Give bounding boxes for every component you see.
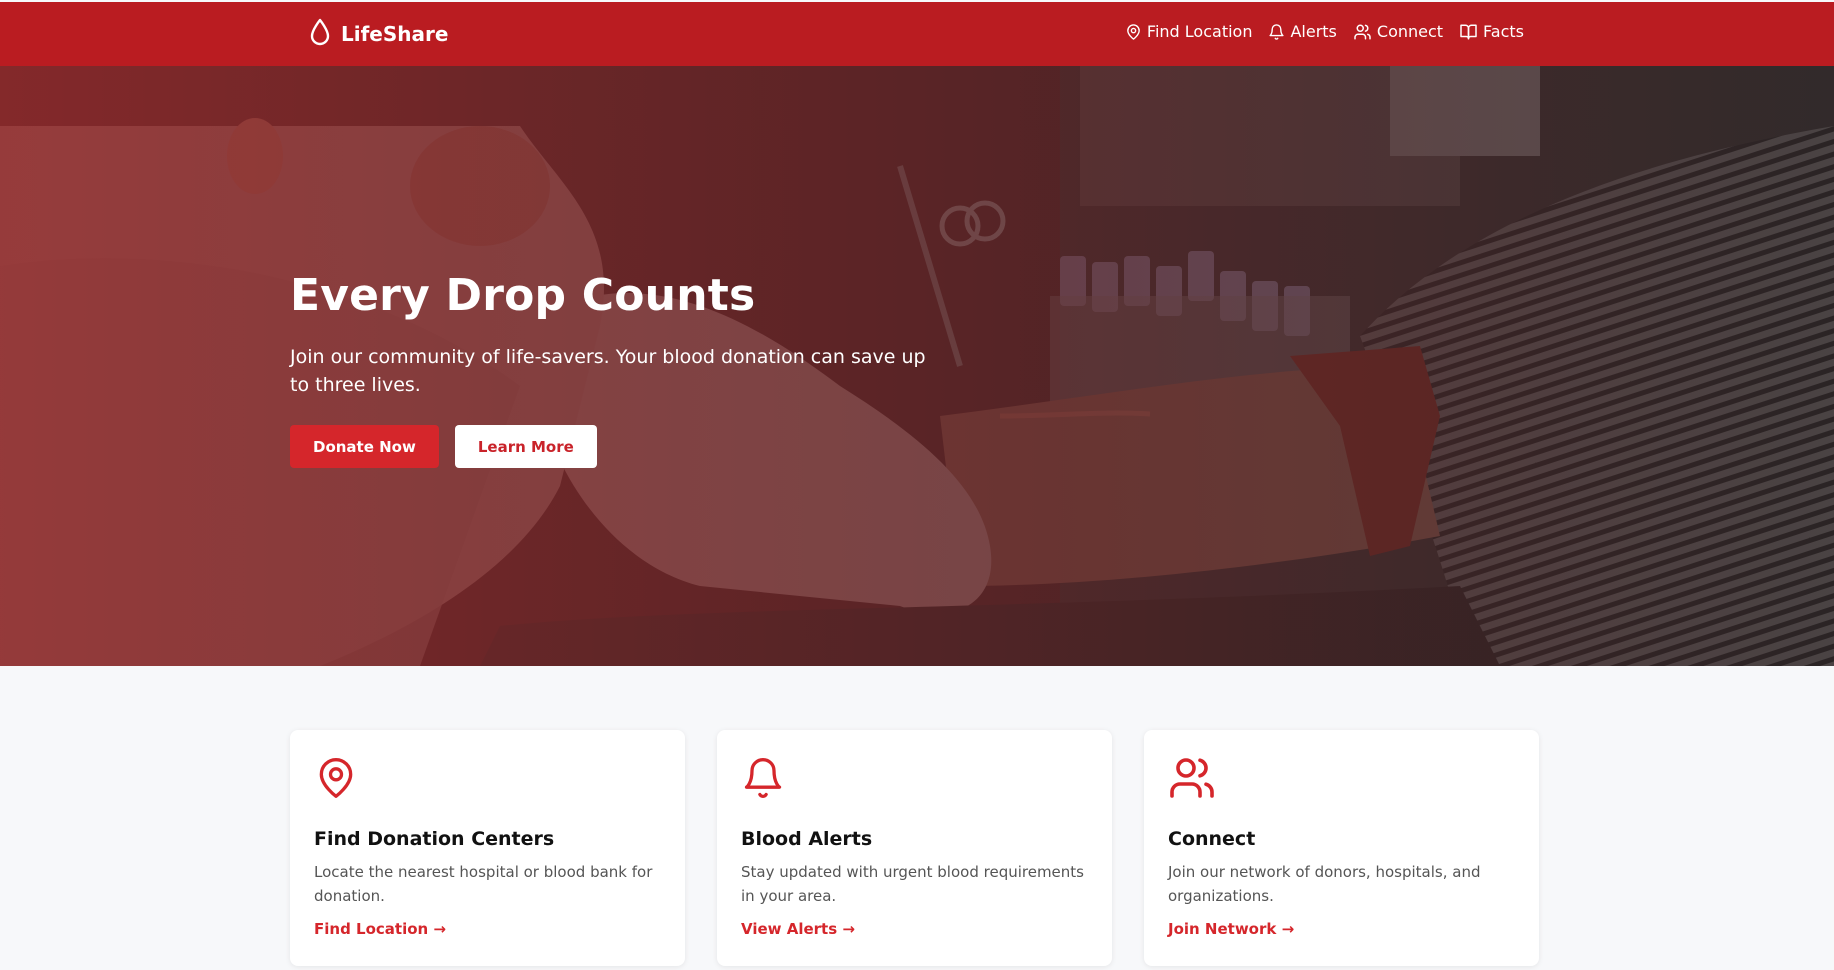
users-icon	[1168, 754, 1515, 806]
nav-label: Alerts	[1290, 22, 1337, 41]
card-description: Join our network of donors, hospitals, a…	[1168, 863, 1481, 905]
bell-icon	[1268, 23, 1285, 41]
nav-item-connect[interactable]: Connect	[1353, 22, 1443, 41]
hero-section: Every Drop Counts Join our community of …	[0, 66, 1834, 666]
main-nav: Find Location Alerts Connect Facts	[1125, 22, 1524, 41]
map-pin-icon	[314, 754, 661, 806]
hero-actions: Donate Now Learn More	[290, 425, 990, 468]
card-find-donation-centers: Find Donation Centers Locate the nearest…	[290, 730, 685, 966]
hero-content: Every Drop Counts Join our community of …	[290, 270, 990, 468]
donate-now-button[interactable]: Donate Now	[290, 425, 439, 468]
find-location-link[interactable]: Find Location →	[314, 920, 446, 938]
bell-icon	[741, 754, 1088, 806]
hero-subtitle: Join our community of life-savers. Your …	[290, 346, 926, 396]
nav-item-alerts[interactable]: Alerts	[1268, 22, 1337, 41]
nav-item-facts[interactable]: Facts	[1459, 22, 1524, 41]
card-blood-alerts: Blood Alerts Stay updated with urgent bl…	[717, 730, 1112, 966]
card-description: Locate the nearest hospital or blood ban…	[314, 863, 653, 905]
brand-name: LifeShare	[341, 22, 449, 46]
feature-cards: Find Donation Centers Locate the nearest…	[290, 730, 1539, 966]
nav-item-find-location[interactable]: Find Location	[1125, 22, 1253, 41]
card-title: Find Donation Centers	[314, 828, 555, 850]
card-title: Blood Alerts	[741, 828, 873, 850]
learn-more-button[interactable]: Learn More	[454, 425, 597, 468]
users-icon	[1353, 23, 1372, 41]
map-pin-icon	[1125, 23, 1142, 41]
card-connect: Connect Join our network of donors, hosp…	[1144, 730, 1539, 966]
blood-drop-icon	[308, 18, 332, 51]
book-icon	[1459, 23, 1478, 41]
brand-logo[interactable]: LifeShare	[308, 18, 449, 51]
nav-label: Find Location	[1146, 22, 1253, 41]
card-description: Stay updated with urgent blood requireme…	[741, 863, 1084, 905]
top-navbar: LifeShare Find Location Alerts Connect F…	[0, 2, 1834, 66]
nav-label: Connect	[1376, 22, 1444, 41]
card-title: Connect	[1168, 828, 1256, 850]
hero-title: Every Drop Counts	[290, 270, 756, 321]
join-network-link[interactable]: Join Network →	[1168, 920, 1294, 938]
nav-label: Facts	[1483, 22, 1524, 41]
view-alerts-link[interactable]: View Alerts →	[741, 920, 855, 938]
